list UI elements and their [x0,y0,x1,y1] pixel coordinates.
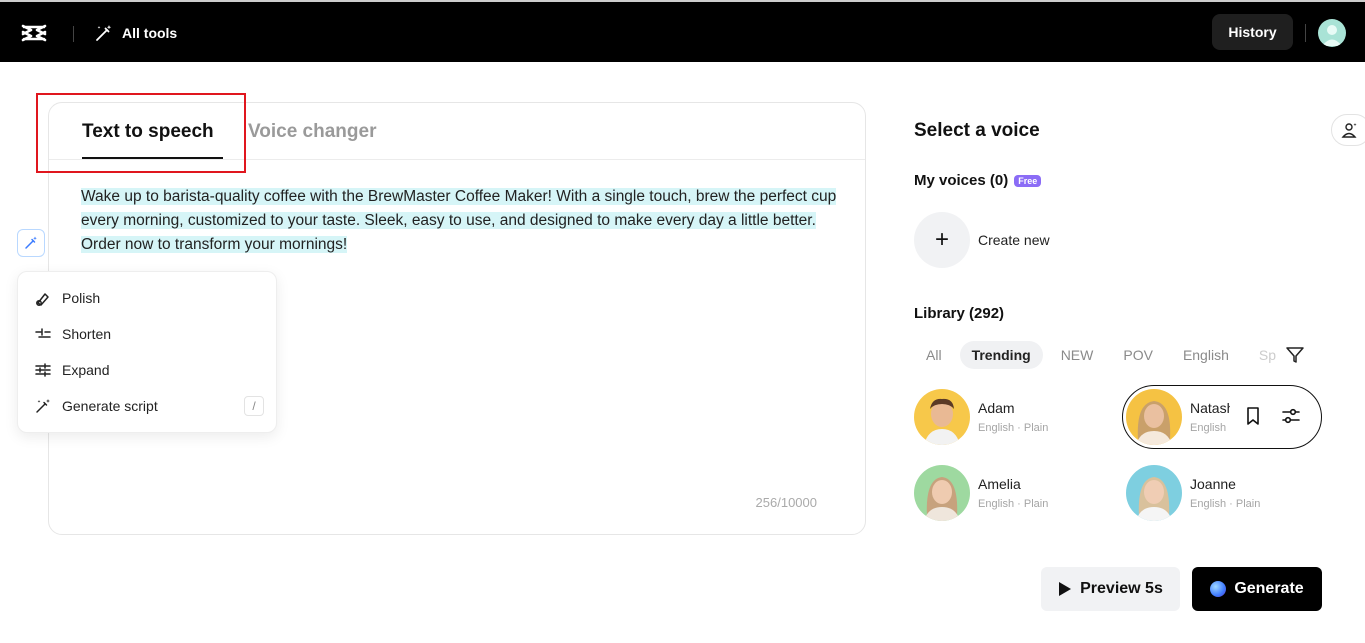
active-tab-indicator [82,157,223,159]
capcut-logo-icon[interactable] [20,19,48,47]
menu-item-expand[interactable]: Expand [34,356,264,384]
generate-label: Generate [1234,580,1303,598]
generate-button[interactable]: Generate [1192,567,1322,611]
voice-name: Natasha [1190,400,1230,416]
voice-actions [1243,406,1301,426]
tab-voice-changer[interactable]: Voice changer [248,121,376,143]
preview-button[interactable]: Preview 5s [1041,567,1180,611]
menu-item-label: Polish [62,290,100,306]
play-icon [1058,581,1072,597]
voice-avatar [914,389,970,445]
all-tools-button[interactable]: All tools [94,22,177,44]
voice-card-amelia[interactable]: Amelia English · Plain [914,464,1048,522]
filter-icon[interactable] [1285,345,1305,365]
magic-wand-icon [34,397,52,415]
menu-item-label: Generate script [62,398,158,414]
bookmark-icon[interactable] [1243,406,1263,426]
shorten-icon [34,325,52,343]
voice-meta: English · Plain [1190,422,1230,434]
divider [1305,24,1306,42]
polish-icon [34,289,52,307]
create-new-label: Create new [978,232,1050,248]
free-badge: Free [1014,175,1041,187]
voice-name: Joanne [1190,476,1260,492]
menu-item-polish[interactable]: Polish [34,284,264,312]
script-text-content: Wake up to barista-quality coffee with t… [81,188,836,253]
library-filter-chips: All Trending NEW POV English Sp [914,341,1286,369]
create-new-voice-button[interactable]: + Create new [914,212,1050,268]
menu-item-label: Shorten [62,326,111,342]
filter-chip-new[interactable]: NEW [1049,341,1106,369]
ai-writer-button[interactable] [17,229,45,257]
script-textarea[interactable]: Wake up to barista-quality coffee with t… [81,185,841,257]
voice-meta: English · Plain [978,422,1048,434]
preview-label: Preview 5s [1080,580,1163,598]
character-count: 256/10000 [756,495,817,510]
voice-meta: English · Plain [978,498,1048,510]
magic-wand-icon [94,23,114,43]
library-heading: Library (292) [914,305,1004,322]
voice-meta: English · Plain [1190,498,1260,510]
generate-orb-icon [1210,581,1226,597]
menu-item-generate-script[interactable]: Generate script / [34,392,264,420]
filter-chip-trending[interactable]: Trending [960,341,1043,369]
shortcut-key: / [244,396,264,416]
history-button[interactable]: History [1212,14,1293,50]
voice-card-natasha-selected[interactable]: Natasha English · Plain [1122,385,1322,449]
filter-chip-all[interactable]: All [914,341,954,369]
divider [73,26,74,42]
expand-icon [34,361,52,379]
top-bar: All tools History [0,0,1365,62]
settings-sliders-icon[interactable] [1281,406,1301,426]
voice-clone-button[interactable] [1331,114,1365,146]
user-avatar[interactable] [1318,19,1346,47]
plus-icon: + [914,212,970,268]
magic-wand-icon [23,235,39,251]
user-icon [1318,19,1346,47]
voice-name: Adam [978,400,1048,416]
my-voices-heading: My voices (0) Free [914,172,1041,189]
voice-avatar [1126,389,1182,445]
tab-text-to-speech[interactable]: Text to speech [82,121,214,143]
voice-avatar [1126,465,1182,521]
voice-avatar [914,465,970,521]
all-tools-label: All tools [122,25,177,41]
ai-writing-menu: Polish Shorten Expand Generate script / [17,271,277,433]
filter-chip-spanish[interactable]: Sp [1247,341,1286,369]
voice-card-adam[interactable]: Adam English · Plain [914,388,1048,446]
voice-name: Amelia [978,476,1048,492]
voice-card-joanne[interactable]: Joanne English · Plain [1126,464,1260,522]
menu-item-shorten[interactable]: Shorten [34,320,264,348]
filter-chip-pov[interactable]: POV [1111,341,1165,369]
user-add-icon [1341,121,1359,139]
my-voices-label: My voices (0) [914,172,1008,189]
mode-tabs: Text to speech Voice changer [49,103,865,160]
menu-item-label: Expand [62,362,109,378]
filter-chip-english[interactable]: English [1171,341,1241,369]
select-voice-title: Select a voice [914,120,1040,142]
